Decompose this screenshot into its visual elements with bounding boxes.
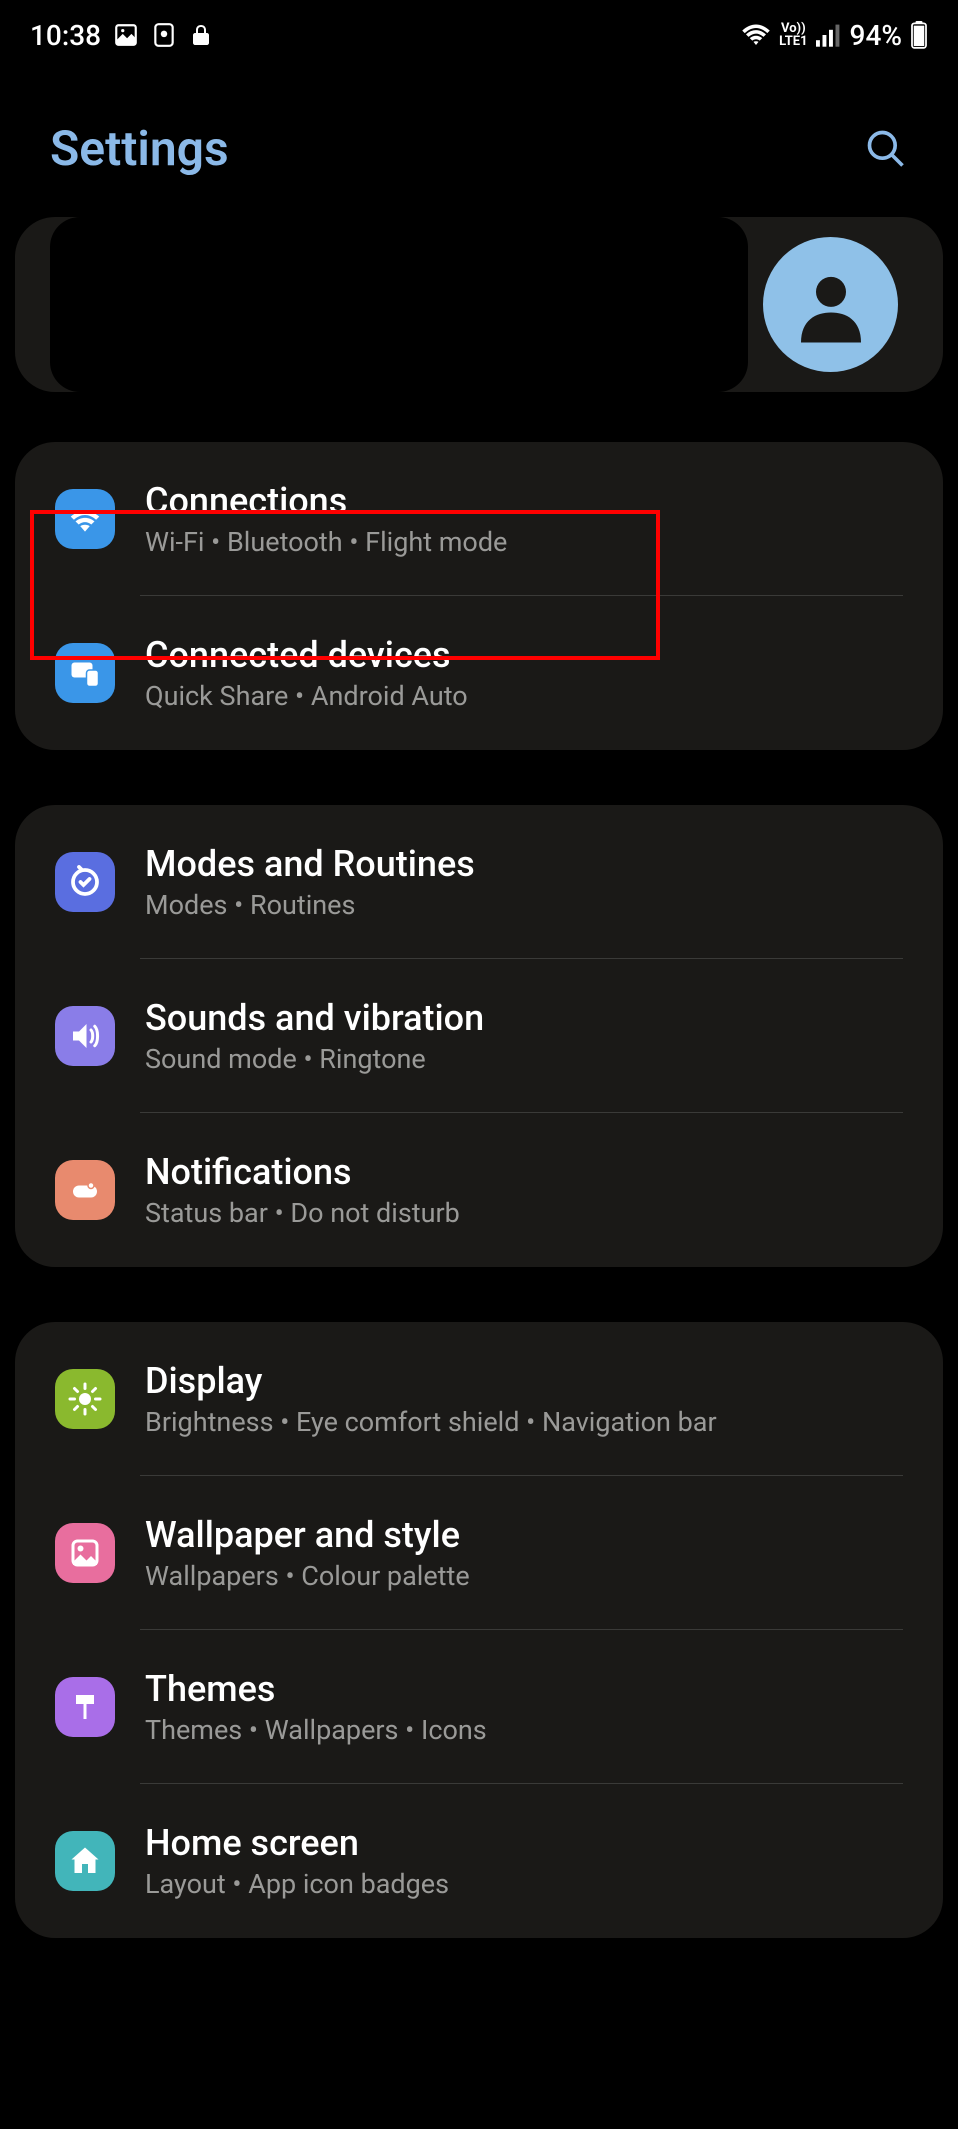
item-subtitle: Quick Share • Android Auto (145, 680, 903, 712)
app-icon (151, 22, 177, 48)
item-content: Home screen Layout • App icon badges (145, 1822, 903, 1900)
item-content: Display Brightness • Eye comfort shield … (145, 1360, 903, 1438)
item-content: Sounds and vibration Sound mode • Ringto… (145, 997, 903, 1075)
profile-card[interactable] (15, 217, 943, 392)
themes-icon (55, 1677, 115, 1737)
clock-text: 10:38 (30, 19, 101, 52)
settings-item-connections[interactable]: Connections Wi-Fi • Bluetooth • Flight m… (15, 442, 943, 596)
settings-item-home-screen[interactable]: Home screen Layout • App icon badges (15, 1784, 943, 1938)
item-title: Sounds and vibration (145, 997, 903, 1039)
item-title: Wallpaper and style (145, 1514, 903, 1556)
sound-icon (55, 1006, 115, 1066)
item-content: Themes Themes • Wallpapers • Icons (145, 1668, 903, 1746)
status-right: Vo)) LTE1 94% (741, 19, 928, 52)
item-subtitle: Status bar • Do not disturb (145, 1197, 903, 1229)
status-left: 10:38 (30, 19, 213, 52)
item-title: Notifications (145, 1151, 903, 1193)
item-content: Notifications Status bar • Do not distur… (145, 1151, 903, 1229)
item-content: Connected devices Quick Share • Android … (145, 634, 903, 712)
item-subtitle: Layout • App icon badges (145, 1868, 903, 1900)
avatar[interactable] (763, 237, 898, 372)
settings-group: Modes and Routines Modes • Routines Soun… (15, 805, 943, 1267)
item-subtitle: Wi-Fi • Bluetooth • Flight mode (145, 526, 903, 558)
settings-group: Connections Wi-Fi • Bluetooth • Flight m… (15, 442, 943, 750)
wifi-icon (55, 489, 115, 549)
item-subtitle: Themes • Wallpapers • Icons (145, 1714, 903, 1746)
notification-icon (55, 1160, 115, 1220)
modes-icon (55, 852, 115, 912)
status-bar: 10:38 Vo)) LTE1 94% (0, 0, 958, 70)
item-subtitle: Wallpapers • Colour palette (145, 1560, 903, 1592)
item-subtitle: Modes • Routines (145, 889, 903, 921)
item-content: Connections Wi-Fi • Bluetooth • Flight m… (145, 480, 903, 558)
battery-text: 94% (850, 19, 902, 52)
signal-icon (816, 23, 842, 47)
item-title: Connected devices (145, 634, 903, 676)
search-button[interactable] (864, 127, 908, 171)
item-title: Home screen (145, 1822, 903, 1864)
settings-group: Display Brightness • Eye comfort shield … (15, 1322, 943, 1938)
page-title: Settings (50, 120, 229, 177)
item-title: Themes (145, 1668, 903, 1710)
item-title: Display (145, 1360, 903, 1402)
settings-item-connected-devices[interactable]: Connected devices Quick Share • Android … (15, 596, 943, 750)
item-content: Modes and Routines Modes • Routines (145, 843, 903, 921)
brightness-icon (55, 1369, 115, 1429)
lock-icon (189, 22, 213, 48)
profile-inner-placeholder (50, 217, 748, 392)
settings-item-themes[interactable]: Themes Themes • Wallpapers • Icons (15, 1630, 943, 1784)
lte-indicator: Vo)) LTE1 (779, 22, 807, 48)
settings-item-display[interactable]: Display Brightness • Eye comfort shield … (15, 1322, 943, 1476)
header: Settings (0, 70, 958, 217)
settings-item-wallpaper-style[interactable]: Wallpaper and style Wallpapers • Colour … (15, 1476, 943, 1630)
item-title: Modes and Routines (145, 843, 903, 885)
settings-item-sounds-vibration[interactable]: Sounds and vibration Sound mode • Ringto… (15, 959, 943, 1113)
battery-icon (910, 21, 928, 49)
settings-item-notifications[interactable]: Notifications Status bar • Do not distur… (15, 1113, 943, 1267)
wallpaper-icon (55, 1523, 115, 1583)
item-title: Connections (145, 480, 903, 522)
item-subtitle: Sound mode • Ringtone (145, 1043, 903, 1075)
home-icon (55, 1831, 115, 1891)
settings-item-modes-routines[interactable]: Modes and Routines Modes • Routines (15, 805, 943, 959)
item-subtitle: Brightness • Eye comfort shield • Naviga… (145, 1406, 903, 1438)
image-icon (113, 22, 139, 48)
item-content: Wallpaper and style Wallpapers • Colour … (145, 1514, 903, 1592)
devices-icon (55, 643, 115, 703)
wifi-icon (741, 22, 771, 48)
